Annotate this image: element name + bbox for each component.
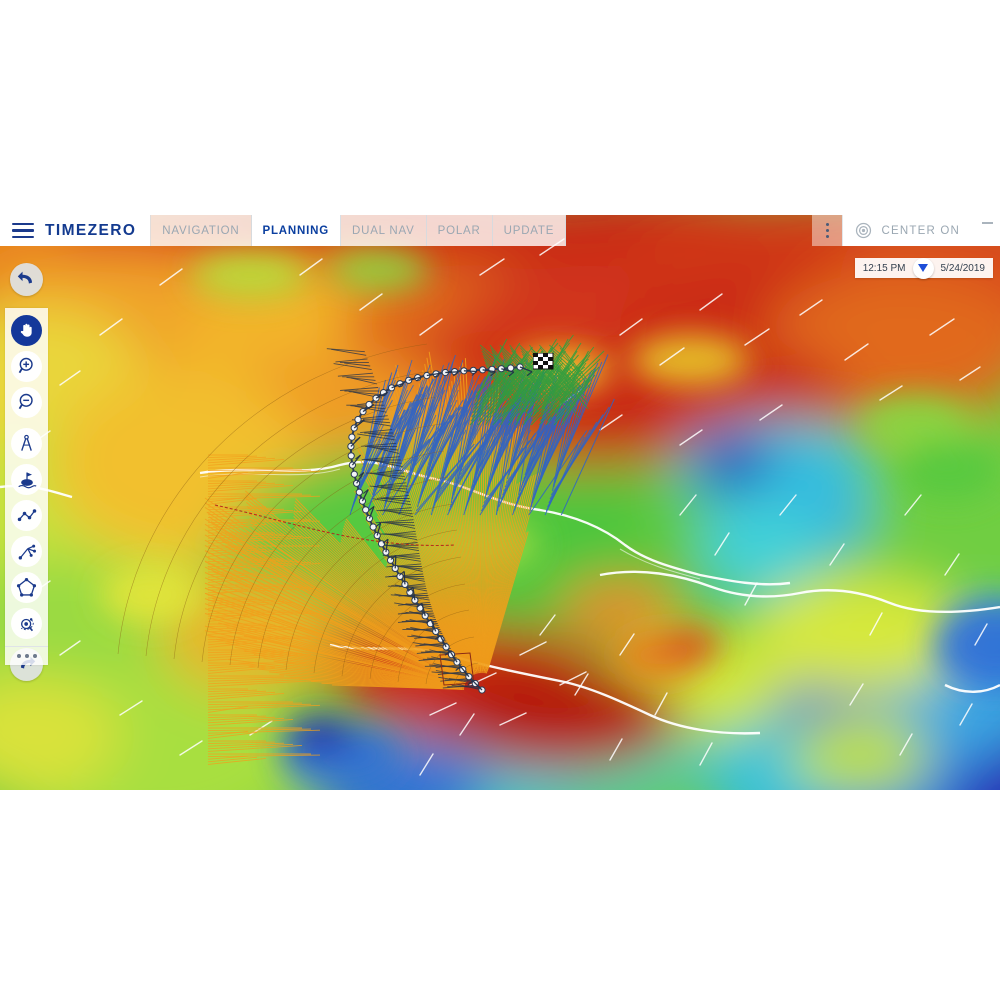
magnifier-plus-icon: [18, 357, 33, 374]
kebab-menu-icon-dot: [825, 228, 830, 233]
route-waypoint[interactable]: [348, 433, 356, 441]
datetime-dropdown-button[interactable]: [912, 257, 934, 279]
divider-tool[interactable]: [11, 428, 42, 459]
pan-hand-tool[interactable]: [11, 314, 42, 346]
minimize-button[interactable]: [974, 215, 1000, 246]
pentagon-area-icon: [16, 577, 37, 597]
topbar-right-group: CENTER ON: [812, 215, 1000, 246]
route-waypoint[interactable]: [355, 488, 363, 496]
brand-area: TIMEZERO: [0, 215, 151, 246]
mark-buoy-tool[interactable]: [11, 464, 42, 495]
workspace-tabs: NAVIGATION PLANNING DUAL NAV POLAR UPDATE: [150, 215, 567, 246]
tab-polar[interactable]: POLAR: [426, 215, 493, 246]
tab-navigation[interactable]: NAVIGATION: [150, 215, 252, 246]
buoy-flag-icon: [17, 472, 37, 488]
route-waypoint[interactable]: [432, 627, 440, 635]
ellipsis-dot: [32, 653, 37, 658]
hamburger-icon-line: [12, 223, 34, 226]
zoom-out-tool[interactable]: [11, 386, 42, 418]
zoom-in-tool[interactable]: [11, 350, 42, 382]
center-on-button[interactable]: CENTER ON: [842, 215, 974, 246]
area-tool[interactable]: [11, 572, 42, 603]
forecast-date: 5/24/2019: [940, 262, 986, 274]
routing-tool[interactable]: [11, 536, 42, 567]
route-waypoint[interactable]: [350, 470, 358, 478]
kebab-menu-icon-dot: [825, 235, 830, 239]
forecast-datetime-badge[interactable]: 12:15 PM 5/24/2019: [854, 257, 993, 279]
optimal-route-layer[interactable]: [0, 215, 1000, 790]
overflow-menu-button[interactable]: [812, 215, 843, 246]
target-icon: [856, 222, 872, 239]
route-waypoint[interactable]: [442, 643, 450, 651]
undo-arrow-icon: [17, 271, 33, 284]
tab-dual-nav[interactable]: DUAL NAV: [340, 215, 427, 246]
kebab-menu-icon-dot: [825, 222, 830, 226]
polyline-icon: [17, 508, 36, 521]
compass-divider-icon: [21, 434, 32, 451]
chevron-down-icon: [918, 264, 928, 272]
route-fan-icon: [18, 544, 36, 559]
minimize-icon: [981, 222, 993, 224]
route-waypoint[interactable]: [347, 452, 355, 460]
finish-flag-marker[interactable]: [533, 353, 555, 375]
route-tool[interactable]: [11, 500, 42, 531]
route-waypoint[interactable]: [369, 523, 377, 531]
undo-button[interactable]: [10, 263, 43, 296]
brand-title: TIMEZERO: [45, 221, 137, 239]
tab-planning[interactable]: PLANNING: [251, 215, 341, 246]
more-tools-button[interactable]: [5, 645, 48, 663]
ellipsis-dot: [16, 653, 21, 658]
ellipsis-dot: [24, 653, 29, 658]
nautical-chart-map[interactable]: 12:15 PM 5/24/2019 7:58 PM - Tomorrow Ma…: [0, 215, 1000, 790]
hand-icon: [20, 323, 32, 337]
center-on-label: CENTER ON: [881, 224, 960, 237]
forecast-time: 12:15 PM: [862, 262, 906, 274]
search-area-tool[interactable]: [11, 608, 42, 639]
application-top-bar: TIMEZERO NAVIGATION PLANNING DUAL NAV POLAR…: [0, 215, 1000, 246]
magnifier-minus-icon: [18, 393, 33, 410]
map-tool-strip: [5, 308, 48, 665]
timezero-application-window: 12:15 PM 5/24/2019 7:58 PM - Tomorrow Ma…: [0, 215, 1000, 790]
hamburger-icon-line: [12, 229, 34, 232]
route-waypoint[interactable]: [377, 540, 386, 548]
hamburger-icon-line: [12, 235, 34, 238]
tab-update[interactable]: UPDATE: [492, 215, 567, 246]
route-waypoint[interactable]: [362, 506, 370, 514]
route-waypoint[interactable]: [354, 415, 362, 424]
main-menu-button[interactable]: [12, 223, 34, 238]
magnifier-orbit-icon: [20, 617, 34, 631]
